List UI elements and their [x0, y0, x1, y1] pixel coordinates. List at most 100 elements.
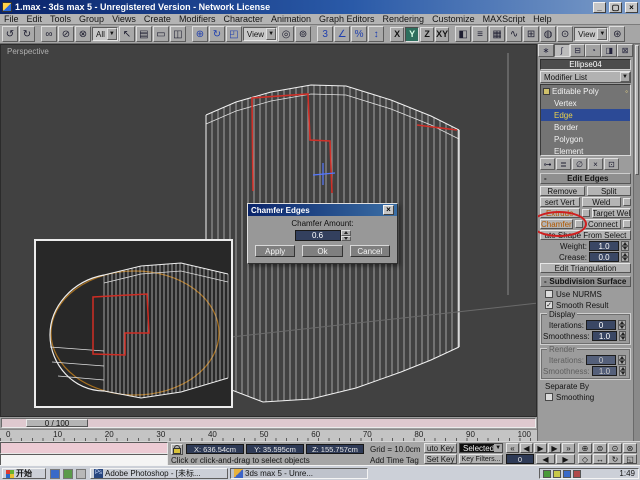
chamfer-settings-icon[interactable] — [575, 220, 583, 228]
manipulate-icon[interactable]: ⊚ — [295, 26, 311, 42]
tray-icon[interactable] — [553, 470, 561, 478]
key-mode-toggle-icon[interactable]: ◀ — [536, 454, 555, 464]
render-iterations-field[interactable]: 0 — [586, 355, 616, 365]
coord-system-dropdown[interactable]: View ▼ — [243, 27, 277, 41]
make-unique-icon[interactable]: ∅ — [572, 158, 587, 170]
taskbar-app-3dsmax[interactable]: 3ds max 5 - Unre... — [230, 468, 368, 479]
stack-item-edge[interactable]: Edge — [541, 109, 630, 121]
target-weld-button[interactable]: Target Wel — [592, 208, 632, 218]
schematic-view-icon[interactable]: ⊞ — [523, 26, 539, 42]
crease-field[interactable]: 0.0 — [589, 252, 619, 262]
close-button[interactable]: × — [625, 2, 638, 13]
move-icon[interactable]: ⊕ — [192, 26, 208, 42]
tray-icon[interactable] — [563, 470, 571, 478]
configure-stack-icon[interactable]: ⊡ — [604, 158, 619, 170]
bind-spacewarp-icon[interactable]: ⊗ — [75, 26, 91, 42]
zoom-icon[interactable]: ⊕ — [578, 443, 592, 453]
spinner-down-icon[interactable] — [341, 236, 351, 242]
tab-hierarchy[interactable]: ⊟ — [570, 44, 586, 57]
quick-launch-icon[interactable] — [50, 469, 60, 479]
set-key-button[interactable]: Set Key — [424, 454, 457, 464]
select-link-icon[interactable]: ∞ — [41, 26, 57, 42]
curve-editor-icon[interactable]: ∿ — [506, 26, 522, 42]
min-max-toggle-icon[interactable]: ◱ — [623, 454, 637, 464]
unlink-icon[interactable]: ⊘ — [58, 26, 74, 42]
chamfer-button[interactable]: Chamfer — [540, 219, 573, 229]
stack-item-element[interactable]: Element — [541, 145, 630, 156]
tab-display[interactable]: ◨ — [601, 44, 617, 57]
track-bar[interactable]: 0 10 20 30 40 50 60 70 80 90 100 — [0, 429, 537, 441]
time-slider-handle[interactable]: 0 / 100 — [26, 419, 88, 427]
key-mode-dropdown[interactable]: Selected ▼ — [459, 443, 503, 453]
rollout-subdivision-header[interactable]: - Subdivision Surface — [540, 276, 631, 287]
snap-spinner-icon[interactable]: ↕ — [368, 26, 384, 42]
ok-button[interactable]: Ok — [302, 245, 342, 257]
play-button[interactable]: ▶ — [534, 443, 547, 453]
connect-button[interactable]: Connect — [585, 219, 621, 229]
zoom-all-icon[interactable]: ⊜ — [593, 443, 607, 453]
field-of-view-icon[interactable]: ◇ — [578, 454, 592, 464]
zoom-extents-all-icon[interactable]: ⊛ — [623, 443, 637, 453]
edit-triangulation-button[interactable]: Edit Triangulation — [540, 263, 631, 273]
tab-create[interactable]: ∗ — [538, 44, 554, 57]
menu-modifiers[interactable]: Modifiers — [175, 14, 220, 25]
snap-percent-icon[interactable]: % — [351, 26, 367, 42]
stack-item-vertex[interactable]: Vertex — [541, 97, 630, 109]
chevron-down-icon[interactable]: ▼ — [107, 28, 117, 40]
menu-group[interactable]: Group — [75, 14, 108, 25]
minimize-button[interactable]: _ — [593, 2, 606, 13]
stack-item-border[interactable]: Border — [541, 121, 630, 133]
pan-icon[interactable]: ↔ — [593, 454, 607, 464]
menu-graph-editors[interactable]: Graph Editors — [315, 14, 379, 25]
show-end-result-icon[interactable]: ≣ — [556, 158, 571, 170]
insert-vertex-button[interactable]: sert Vert — [540, 197, 580, 207]
weight-spinner[interactable] — [621, 241, 629, 251]
weld-settings-icon[interactable] — [623, 198, 631, 206]
split-button[interactable]: Split — [587, 186, 632, 196]
tray-icon[interactable] — [543, 470, 551, 478]
menu-help[interactable]: Help — [529, 14, 556, 25]
smoothing-checkbox[interactable] — [545, 393, 553, 401]
axis-y-button[interactable]: Y — [405, 27, 419, 42]
menu-views[interactable]: Views — [108, 14, 140, 25]
align-icon[interactable]: ≡ — [472, 26, 488, 42]
material-editor-icon[interactable]: ◍ — [540, 26, 556, 42]
quick-launch-icon[interactable] — [76, 469, 86, 479]
coordinate-z-field[interactable]: Z: 155.757cm — [306, 444, 364, 454]
axis-xy-button[interactable]: XY — [435, 27, 449, 42]
cancel-button[interactable]: Cancel — [350, 245, 390, 257]
connect-settings-icon[interactable] — [623, 220, 631, 228]
select-object-icon[interactable]: ↖ — [119, 26, 135, 42]
rollout-edit-edges-header[interactable]: - Edit Edges — [540, 173, 631, 184]
render-iterations-spinner[interactable] — [618, 355, 626, 365]
chamfer-amount-spinner[interactable] — [341, 230, 351, 241]
menu-file[interactable]: File — [0, 14, 23, 25]
render-type-dropdown[interactable]: View ▼ — [574, 27, 608, 41]
chevron-down-icon[interactable]: ▼ — [266, 28, 276, 40]
redo-icon[interactable]: ↻ — [19, 26, 35, 42]
time-slider-track[interactable]: 0 / 100 — [1, 418, 536, 428]
apply-button[interactable]: Apply — [255, 245, 295, 257]
lock-selection-icon[interactable] — [171, 444, 183, 455]
modifier-list-dropdown[interactable]: Modifier List ▼ — [540, 71, 631, 83]
auto-key-button[interactable]: uto Key — [424, 443, 457, 453]
window-crossing-icon[interactable]: ◫ — [170, 26, 186, 42]
extrude-settings-icon[interactable] — [582, 209, 590, 217]
chevron-down-icon[interactable]: ▼ — [597, 28, 607, 40]
rotate-icon[interactable]: ↻ — [209, 26, 225, 42]
display-smoothness-spinner[interactable] — [619, 331, 626, 341]
object-name-field[interactable]: Ellipse04 — [540, 59, 631, 70]
menu-create[interactable]: Create — [140, 14, 175, 25]
extrude-button[interactable]: Extrude — [540, 208, 580, 218]
time-config-icon[interactable]: ▶ — [556, 454, 575, 464]
display-smoothness-field[interactable]: 1.0 — [592, 331, 618, 341]
previous-frame-button[interactable]: ◀ — [520, 443, 533, 453]
undo-icon[interactable]: ↺ — [2, 26, 18, 42]
tab-utilities[interactable]: ⊠ — [617, 44, 633, 57]
chevron-down-icon[interactable]: ▼ — [494, 444, 502, 452]
taskbar-app-photoshop[interactable]: Ps Adobe Photoshop - [未标... — [90, 468, 228, 479]
go-to-end-button[interactable]: » — [562, 443, 575, 453]
dialog-title-bar[interactable]: Chamfer Edges × — [248, 204, 397, 216]
go-to-start-button[interactable]: « — [506, 443, 519, 453]
tray-icon[interactable] — [573, 470, 581, 478]
